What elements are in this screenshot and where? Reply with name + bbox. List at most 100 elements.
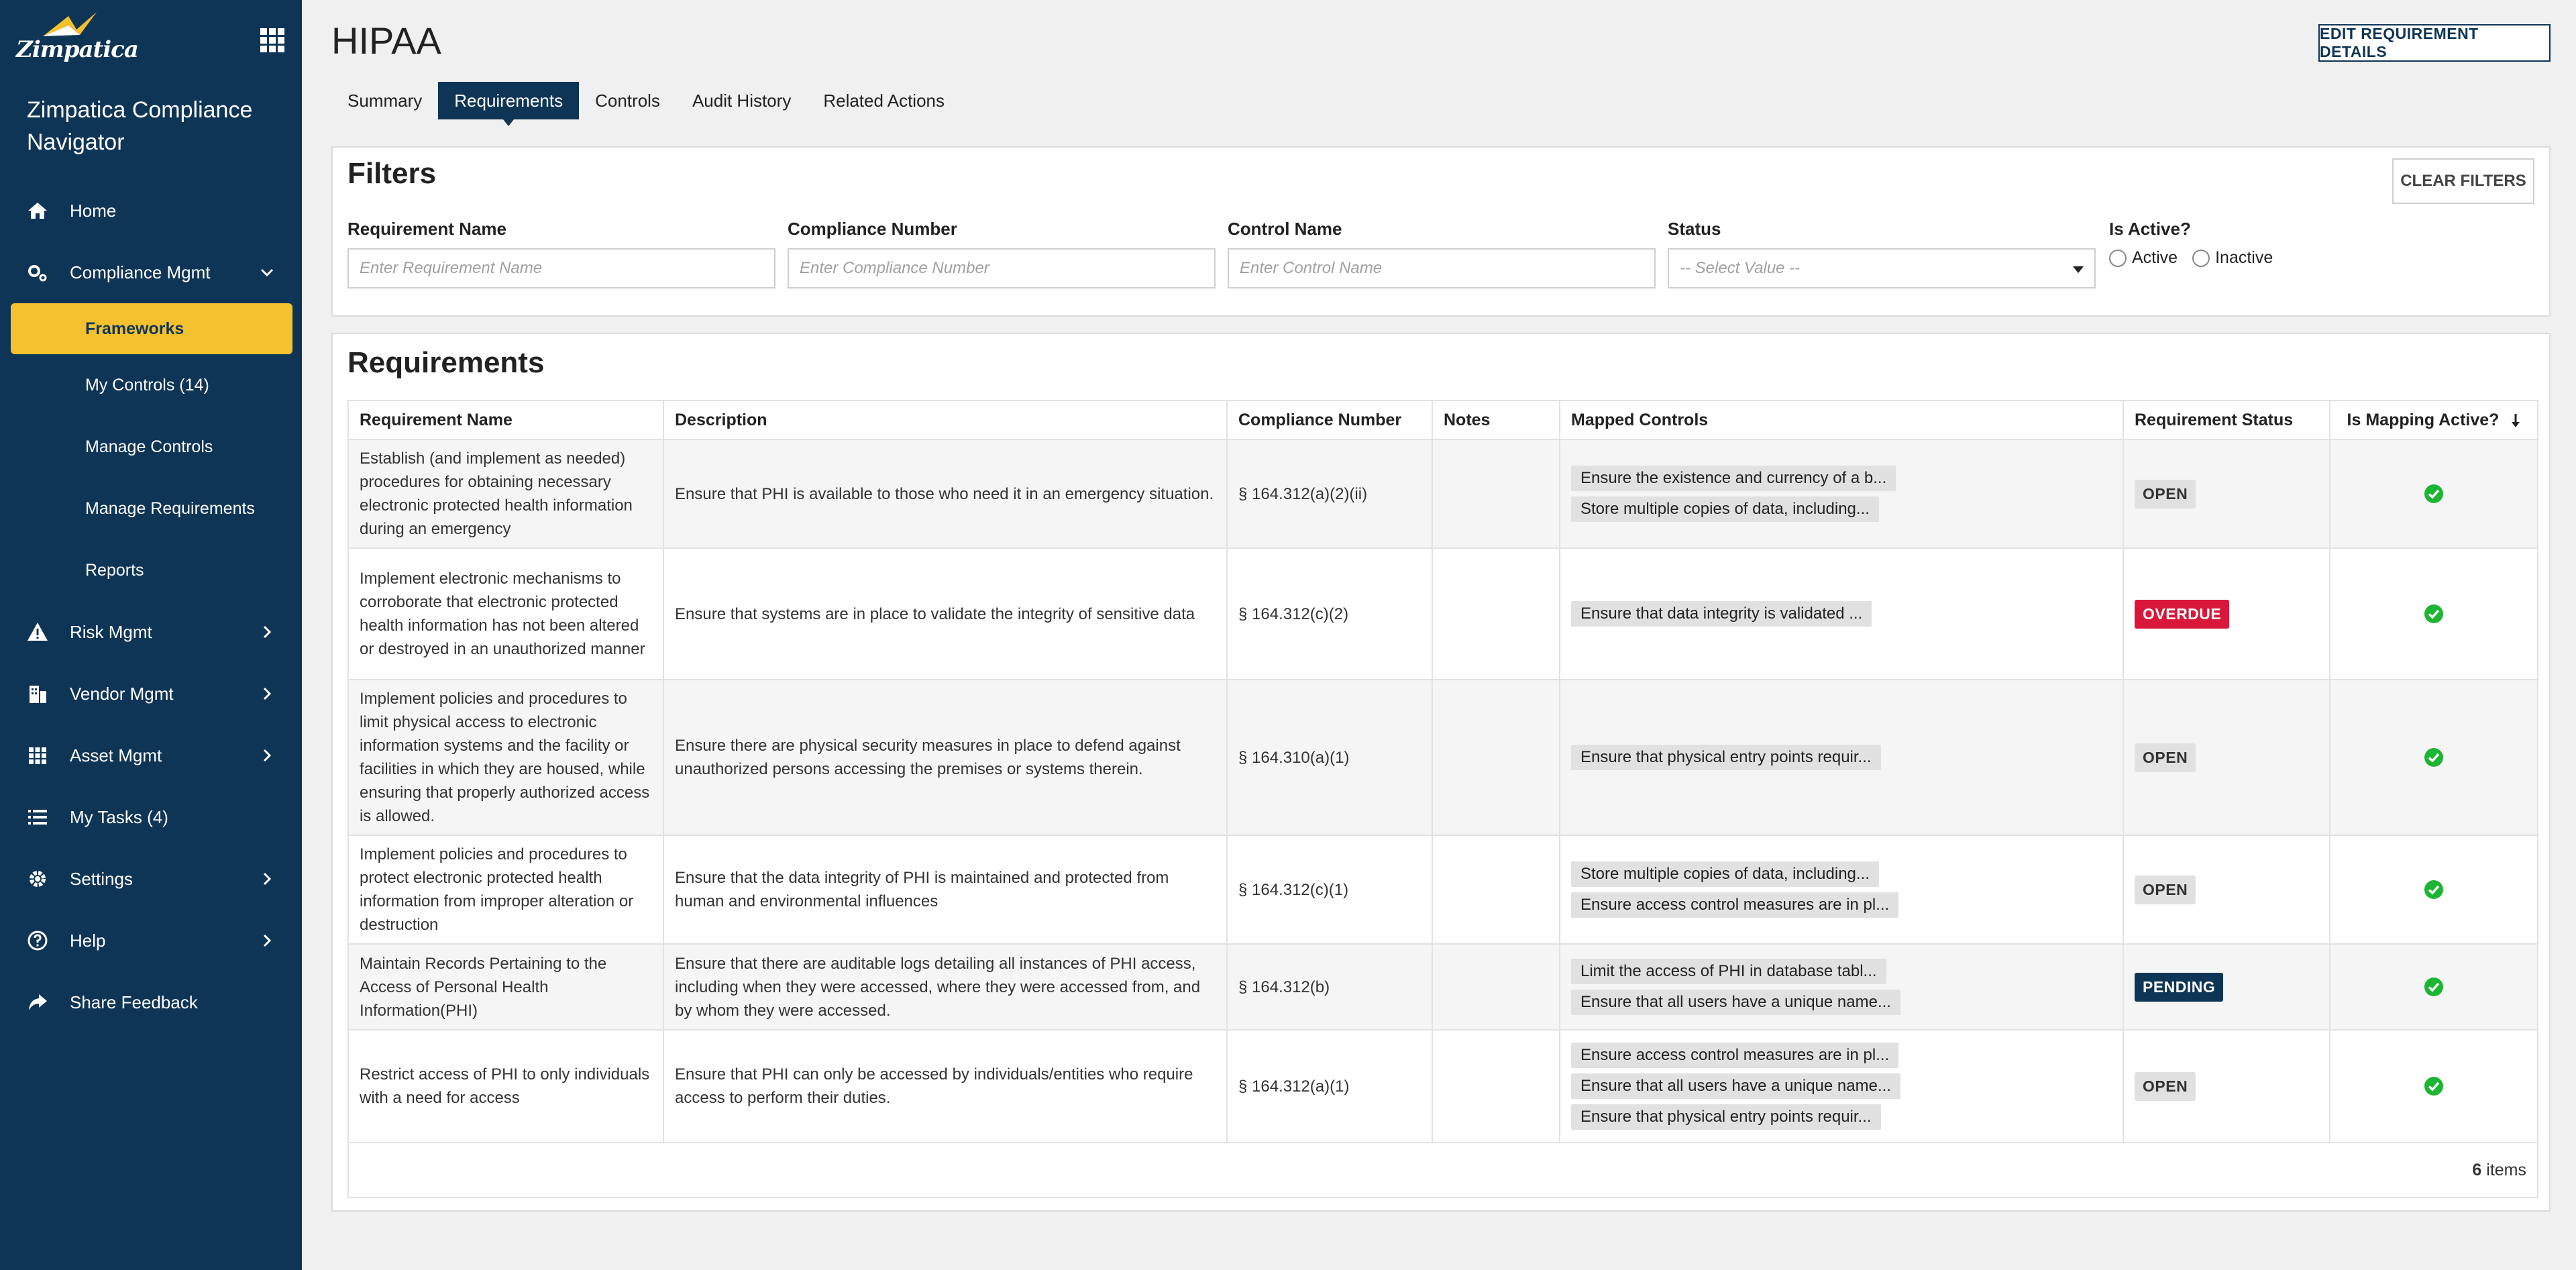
mapping-active-cell bbox=[2329, 547, 2538, 680]
compliance-number-cell: § 164.312(a)(1) bbox=[1226, 1029, 1433, 1143]
mapped-control-chip[interactable]: Store multiple copies of data, including… bbox=[1571, 496, 1879, 522]
compliance-number-cell: § 164.312(c)(2) bbox=[1226, 547, 1433, 680]
table-row[interactable]: Implement policies and procedures to pro… bbox=[347, 835, 2538, 945]
table-row[interactable]: Restrict access of PHI to only individua… bbox=[347, 1029, 2538, 1143]
chevron-right-icon bbox=[263, 749, 272, 762]
sidebar-item-label: Asset Mgmt bbox=[70, 745, 162, 765]
tab-related-actions[interactable]: Related Actions bbox=[807, 82, 961, 119]
zimpatica-logo[interactable]: Zimpatica bbox=[16, 9, 139, 63]
inactive-radio[interactable] bbox=[2192, 249, 2210, 267]
sidebar-item-frameworks[interactable]: Frameworks bbox=[11, 303, 292, 354]
mapped-control-chip[interactable]: Ensure that physical entry points requir… bbox=[1571, 745, 1881, 770]
requirement-status-cell: OPEN bbox=[2123, 835, 2330, 945]
active-radio-label[interactable]: Active bbox=[2132, 248, 2178, 268]
mapped-control-chip[interactable]: Ensure that all users have a unique name… bbox=[1571, 990, 1900, 1015]
col-compliance-number[interactable]: Compliance Number bbox=[1226, 400, 1433, 440]
col-notes[interactable]: Notes bbox=[1432, 400, 1560, 440]
table-row[interactable]: Maintain Records Pertaining to the Acces… bbox=[347, 943, 2538, 1030]
mapped-control-chip[interactable]: Ensure that physical entry points requir… bbox=[1571, 1104, 1881, 1130]
mapped-control-chip[interactable]: Limit the access of PHI in database tabl… bbox=[1571, 959, 1886, 984]
sidebar-item-asset-mgmt[interactable]: Asset Mgmt bbox=[0, 725, 302, 786]
requirement-name-cell[interactable]: Implement policies and procedures to pro… bbox=[347, 835, 664, 945]
filters-title: Filters bbox=[347, 157, 437, 190]
sidebar-item-compliance-mgmt[interactable]: Compliance Mgmt bbox=[0, 242, 302, 303]
sidebar-item-settings[interactable]: Settings bbox=[0, 848, 302, 910]
col-is-mapping-active[interactable]: Is Mapping Active? bbox=[2329, 400, 2538, 440]
tab-summary[interactable]: Summary bbox=[331, 82, 438, 119]
mapped-control-chip[interactable]: Ensure that all users have a unique name… bbox=[1571, 1073, 1900, 1099]
table-row[interactable]: Implement policies and procedures to lim… bbox=[347, 679, 2538, 836]
mapping-active-cell bbox=[2329, 1029, 2538, 1143]
requirement-name-cell[interactable]: Implement electronic mechanisms to corro… bbox=[347, 547, 664, 680]
caret-down-icon bbox=[2073, 266, 2084, 273]
requirement-name-cell[interactable]: Restrict access of PHI to only individua… bbox=[347, 1029, 664, 1143]
sidebar-item-home[interactable]: Home bbox=[0, 180, 302, 242]
compliance-number-cell: § 164.312(c)(1) bbox=[1226, 835, 1433, 945]
requirements-table: Requirement Name Description Compliance … bbox=[347, 400, 2538, 1198]
sidebar-item-help[interactable]: Help bbox=[0, 910, 302, 971]
chevron-right-icon bbox=[263, 872, 272, 886]
sidebar-item-reports[interactable]: Reports bbox=[0, 539, 302, 601]
col-description[interactable]: Description bbox=[663, 400, 1228, 440]
sidebar-item-my-controls[interactable]: My Controls (14) bbox=[0, 354, 302, 416]
mapped-control-chip[interactable]: Ensure access control measures are in pl… bbox=[1571, 1043, 1899, 1068]
inactive-radio-label[interactable]: Inactive bbox=[2215, 248, 2273, 268]
active-radio[interactable] bbox=[2109, 249, 2127, 267]
table-row[interactable]: Implement electronic mechanisms to corro… bbox=[347, 547, 2538, 680]
description-cell: Ensure that PHI can only be accessed by … bbox=[663, 1029, 1228, 1143]
mapped-controls-cell: Limit the access of PHI in database tabl… bbox=[1559, 943, 2124, 1030]
mapped-control-chip[interactable]: Store multiple copies of data, including… bbox=[1571, 861, 1879, 887]
col-requirement-name[interactable]: Requirement Name bbox=[347, 400, 664, 440]
sidebar-item-label: Settings bbox=[70, 868, 133, 889]
status-select-value: -- Select Value -- bbox=[1680, 259, 1801, 277]
page-title: HIPAA bbox=[331, 19, 441, 62]
compliance-number-cell: § 164.312(b) bbox=[1226, 943, 1433, 1030]
sidebar-item-label: Risk Mgmt bbox=[70, 621, 152, 642]
mapped-controls-cell: Ensure the existence and currency of a b… bbox=[1559, 439, 2124, 549]
check-circle-icon bbox=[2424, 484, 2443, 503]
compliance-number-input[interactable] bbox=[788, 248, 1216, 288]
sidebar-item-risk-mgmt[interactable]: Risk Mgmt bbox=[0, 601, 302, 663]
item-count-suffix: items bbox=[2481, 1160, 2526, 1179]
notes-cell bbox=[1432, 439, 1560, 549]
description-cell: Ensure that PHI is available to those wh… bbox=[663, 439, 1228, 549]
sidebar-item-label: Reports bbox=[85, 560, 144, 580]
clear-filters-button[interactable]: CLEAR FILTERS bbox=[2392, 158, 2534, 204]
col-mapped-controls[interactable]: Mapped Controls bbox=[1559, 400, 2124, 440]
mapped-control-chip[interactable]: Ensure access control measures are in pl… bbox=[1571, 892, 1899, 918]
status-badge: PENDING bbox=[2135, 972, 2224, 1002]
mapped-controls-cell: Ensure that data integrity is validated … bbox=[1559, 547, 2124, 680]
requirements-table-body: Establish (and implement as needed) proc… bbox=[347, 439, 2538, 1143]
filters-card: Filters CLEAR FILTERS Requirement Name C… bbox=[331, 146, 2551, 317]
requirement-name-input[interactable] bbox=[347, 248, 775, 288]
mapped-control-chip[interactable]: Ensure that data integrity is validated … bbox=[1571, 601, 1872, 627]
sidebar-item-manage-controls[interactable]: Manage Controls bbox=[0, 416, 302, 478]
col-requirement-status[interactable]: Requirement Status bbox=[2123, 400, 2330, 440]
status-select[interactable]: -- Select Value -- bbox=[1668, 248, 2096, 288]
notes-cell bbox=[1432, 1029, 1560, 1143]
requirement-name-cell[interactable]: Implement policies and procedures to lim… bbox=[347, 679, 664, 836]
requirement-name-cell[interactable]: Establish (and implement as needed) proc… bbox=[347, 439, 664, 549]
status-badge: OVERDUE bbox=[2135, 599, 2230, 629]
sidebar-item-label: Frameworks bbox=[85, 319, 184, 338]
sort-down-icon[interactable] bbox=[2511, 413, 2520, 429]
table-row[interactable]: Establish (and implement as needed) proc… bbox=[347, 439, 2538, 549]
sidebar-item-label: My Tasks (4) bbox=[70, 806, 168, 827]
tab-audit-history[interactable]: Audit History bbox=[676, 82, 807, 119]
check-circle-icon bbox=[2424, 977, 2443, 996]
table-header-row: Requirement Name Description Compliance … bbox=[347, 400, 2538, 440]
mapped-control-chip[interactable]: Ensure the existence and currency of a b… bbox=[1571, 466, 1896, 491]
app-launcher-icon[interactable] bbox=[259, 27, 286, 54]
edit-requirement-details-button[interactable]: EDIT REQUIREMENT DETAILS bbox=[2318, 24, 2551, 62]
requirement-name-cell[interactable]: Maintain Records Pertaining to the Acces… bbox=[347, 943, 664, 1030]
sidebar-item-manage-requirements[interactable]: Manage Requirements bbox=[0, 478, 302, 539]
tab-controls[interactable]: Controls bbox=[579, 82, 676, 119]
notes-cell bbox=[1432, 835, 1560, 945]
grid-icon bbox=[29, 747, 46, 764]
sidebar-item-vendor-mgmt[interactable]: Vendor Mgmt bbox=[0, 663, 302, 725]
sidebar-item-share-feedback[interactable]: Share Feedback bbox=[0, 971, 302, 1033]
mapping-active-cell bbox=[2329, 943, 2538, 1030]
sidebar-item-my-tasks[interactable]: My Tasks (4) bbox=[0, 786, 302, 848]
control-name-input[interactable] bbox=[1228, 248, 1656, 288]
tab-requirements[interactable]: Requirements bbox=[438, 82, 580, 126]
